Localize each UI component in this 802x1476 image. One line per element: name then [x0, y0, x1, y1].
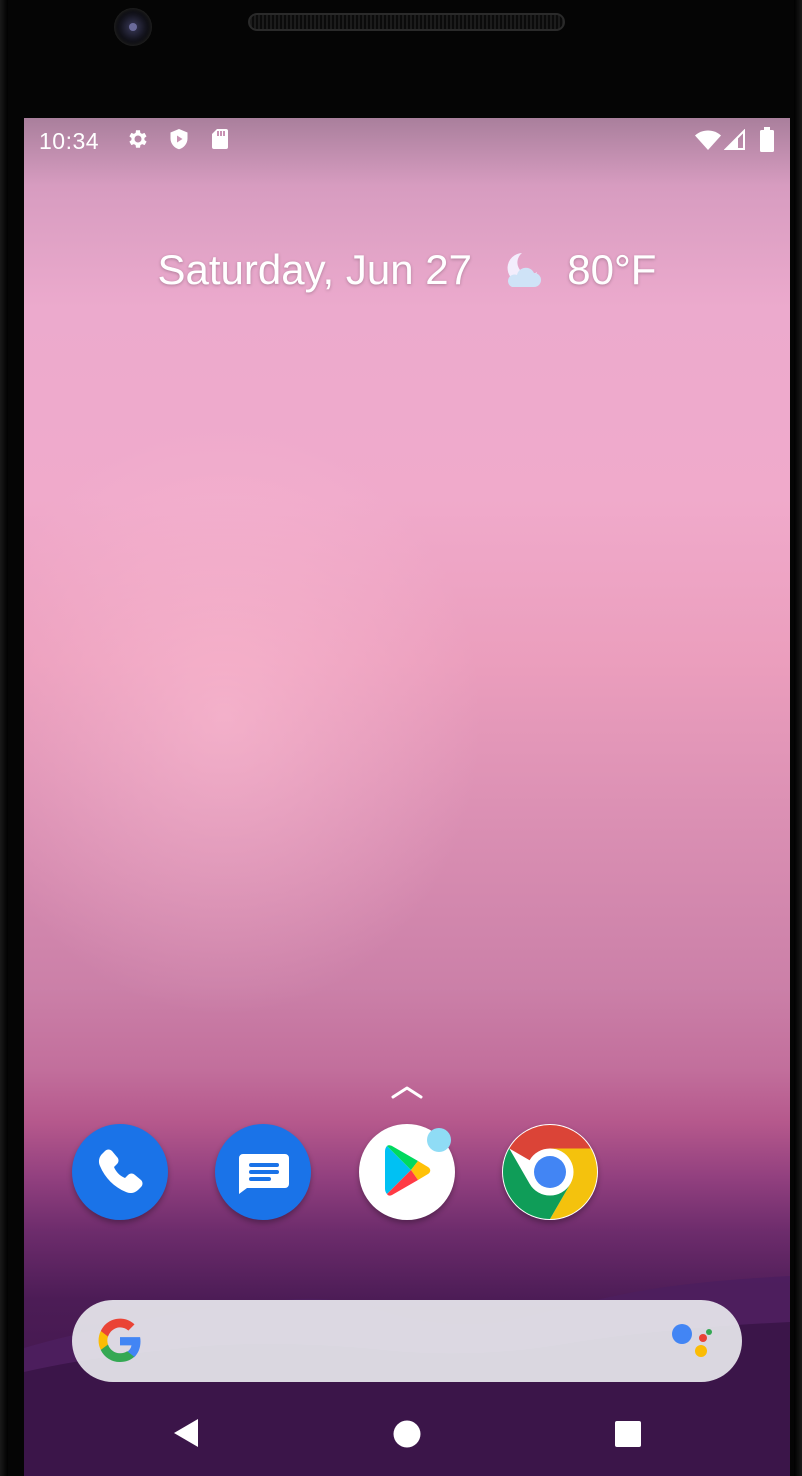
- moon-cloud-icon: [507, 252, 541, 287]
- google-assistant-icon[interactable]: [670, 1320, 716, 1362]
- status-time: 10:34: [39, 128, 100, 154]
- messages-icon: [239, 1154, 289, 1194]
- settings-icon: [129, 130, 147, 148]
- earpiece-speaker: [248, 13, 565, 31]
- recents-button[interactable]: [613, 1419, 643, 1449]
- home-screen: 10:34 Saturday, Jun 27 80°F: [24, 118, 790, 1476]
- phone-icon: [98, 1149, 143, 1194]
- back-button[interactable]: [170, 1416, 200, 1450]
- navigation-bar: [24, 1396, 790, 1476]
- google-g-icon: [98, 1318, 141, 1363]
- wallpaper-glow: [24, 418, 484, 1018]
- date-text[interactable]: Saturday, Jun 27: [158, 246, 472, 293]
- battery-icon: [760, 127, 774, 152]
- front-camera: [114, 8, 152, 46]
- at-a-glance-widget[interactable]: Saturday, Jun 27 80°F: [24, 243, 790, 294]
- signal-icon: [724, 129, 745, 150]
- device-edge: [0, 0, 8, 1476]
- shield-icon: [170, 129, 188, 150]
- wifi-icon: [695, 130, 721, 150]
- notification-dot: [427, 1128, 451, 1152]
- temperature-text[interactable]: 80°F: [567, 246, 656, 293]
- dock-app-messages[interactable]: [215, 1124, 311, 1220]
- google-search-bar[interactable]: [72, 1300, 742, 1382]
- home-button[interactable]: [392, 1419, 422, 1449]
- status-bar: 10:34: [24, 118, 790, 164]
- chrome-icon: [503, 1125, 597, 1219]
- dock-app-chrome[interactable]: [502, 1124, 598, 1220]
- device-edge: [794, 0, 802, 1476]
- chevron-up-icon[interactable]: [390, 1084, 424, 1100]
- sd-card-icon: [212, 129, 228, 149]
- dock-app-phone[interactable]: [72, 1124, 168, 1220]
- device-frame: 10:34 Saturday, Jun 27 80°F: [0, 0, 802, 1476]
